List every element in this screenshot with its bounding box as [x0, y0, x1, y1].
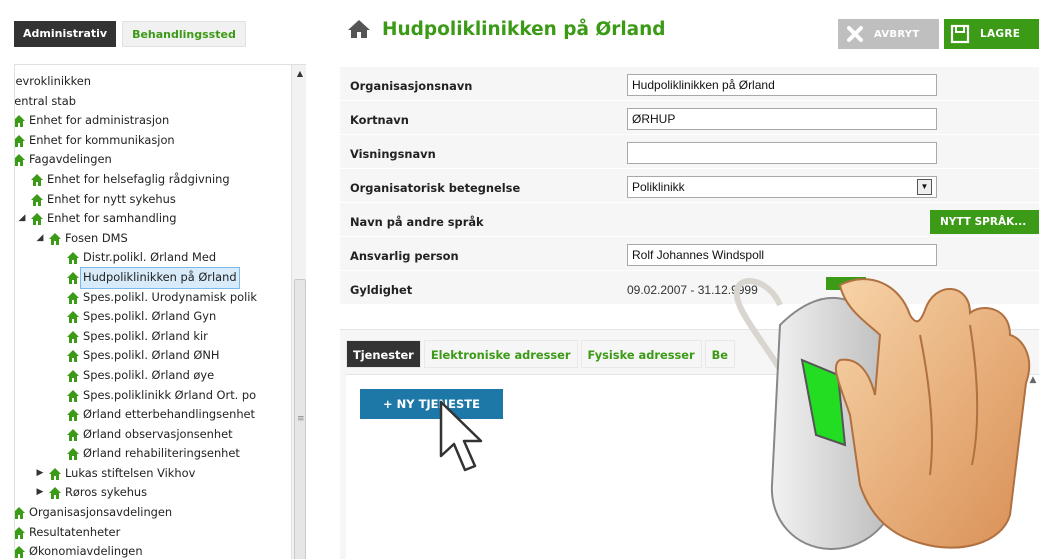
cancel-label: AVBRYT: [874, 28, 920, 40]
tree-item-label: Enhet for kommunikasjon: [29, 132, 175, 147]
collapsed-arrow-icon[interactable]: ▶: [35, 464, 45, 484]
row-org-designation: Organisatorisk betegnelse Poliklinikk ▼: [340, 169, 1039, 203]
tab-fysiske-adresser[interactable]: Fysiske adresser: [580, 340, 702, 368]
tab-administrativ[interactable]: Administrativ: [14, 21, 117, 47]
tree-item-label: Distr.polikl. Ørland Med: [83, 250, 217, 265]
collapsed-arrow-icon[interactable]: ▶: [35, 483, 45, 503]
tree-item[interactable]: Enhet for nytt sykehus: [15, 190, 291, 210]
close-icon: [847, 26, 863, 42]
tree-item[interactable]: ▶ Lukas stiftelsen Vikhov: [15, 464, 291, 484]
scroll-thumb[interactable]: ≡: [294, 279, 306, 559]
tree-item[interactable]: Spes.polikl. Ørland øye: [15, 366, 291, 386]
tree-item-label: Enhet for administrasjon: [29, 113, 170, 128]
page-header: Hudpoliklinikken på Ørland: [348, 14, 666, 44]
tree-item-label: Fosen DMS: [65, 230, 128, 245]
short-name-label: Kortnavn: [350, 113, 409, 127]
tree-item[interactable]: Ørland observasjonsenhet: [15, 425, 291, 445]
tree-item[interactable]: Enhet for helsefaglig rådgivning: [15, 170, 291, 190]
tree-item-selected[interactable]: Hudpoliklinikken på Ørland: [15, 266, 291, 289]
tree-item-label: Lukas stiftelsen Vikhov: [65, 465, 196, 480]
tree-item-label: Sentral stab: [14, 93, 76, 108]
mouse-pointer-icon: [439, 400, 483, 472]
save-icon: [950, 24, 970, 44]
tree-container: Nevroklinikken Sentral stab Enhet for admi…: [14, 64, 306, 559]
tree-item[interactable]: Spes.poliklinikk Ørland Ort. po: [15, 386, 291, 406]
page-title: Hudpoliklinikken på Ørland: [382, 18, 666, 40]
tree-item[interactable]: Organisasjonsavdelingen: [15, 503, 291, 523]
org-name-label: Organisasjonsnavn: [350, 79, 473, 93]
save-label: LAGRE: [980, 28, 1021, 40]
tree-item[interactable]: Enhet for kommunikasjon: [15, 131, 291, 151]
tree-item[interactable]: Ørland etterbehandlingsenhet: [15, 405, 291, 425]
short-name-input[interactable]: ØRHUP: [627, 108, 937, 130]
tree-item-label: Røros sykehus: [65, 485, 148, 500]
org-designation-label: Organisatorisk betegnelse: [350, 181, 521, 195]
row-other-languages: Navn på andre språk NYTT SPRÅK...: [340, 203, 1039, 237]
tree-item[interactable]: Fagavdelingen: [15, 150, 291, 170]
tree-item[interactable]: Enhet for administrasjon: [15, 111, 291, 131]
tree-item-label: Spes.polikl. Ørland kir: [83, 328, 208, 343]
tree-item[interactable]: Sentral stab: [15, 92, 291, 112]
save-button[interactable]: LAGRE: [944, 19, 1039, 49]
tree-item-label: Enhet for nytt sykehus: [47, 191, 176, 206]
display-name-label: Visningsnavn: [350, 147, 436, 161]
responsible-input[interactable]: Rolf Johannes Windspoll: [627, 244, 937, 266]
tree-item-label: Enhet for helsefaglig rådgivning: [47, 171, 230, 186]
tree-item[interactable]: Økonomiavdelingen: [15, 542, 291, 559]
tree-item-label: Spes.polikl. Ørland ØNH: [83, 348, 220, 363]
tree-item[interactable]: ◢ Fosen DMS: [15, 229, 291, 249]
tree-item[interactable]: Resultatenheter: [15, 523, 291, 543]
tree-item-label: Enhet for samhandling: [47, 211, 177, 226]
cancel-button[interactable]: AVBRYT: [838, 19, 939, 49]
responsible-label: Ansvarlig person: [350, 249, 459, 263]
tab-tjenester[interactable]: Tjenester: [346, 340, 421, 368]
tab-behandlingssted[interactable]: Behandlingssted: [122, 21, 246, 47]
home-icon: [348, 20, 370, 38]
tab-elektroniske-adresser[interactable]: Elektroniske adresser: [423, 340, 578, 368]
tree-item-label: Ørland observasjonsenhet: [83, 426, 233, 441]
expanded-arrow-icon[interactable]: ◢: [35, 229, 45, 249]
org-tree: Nevroklinikken Sentral stab Enhet for admi…: [15, 72, 291, 559]
tree-item-label: Ørland etterbehandlingsenhet: [83, 407, 256, 422]
other-lang-label: Navn på andre språk: [350, 215, 484, 229]
validity-label: Gyldighet: [350, 283, 413, 297]
tree-item-label: Fagavdelingen: [29, 152, 112, 167]
tree-item[interactable]: Nevroklinikken: [15, 72, 291, 92]
tree-item[interactable]: Distr.polikl. Ørland Med: [15, 248, 291, 268]
tree-item[interactable]: Ørland rehabiliteringsenhet: [15, 444, 291, 464]
tree-item[interactable]: ▶ Røros sykehus: [15, 483, 291, 503]
left-tabs: Administrativ Behandlingssted: [14, 21, 246, 47]
org-designation-value: Poliklinikk: [632, 180, 685, 194]
tree-item-label: Spes.polikl. Urodynamisk polik: [83, 289, 258, 304]
new-language-button[interactable]: NYTT SPRÅK...: [930, 210, 1039, 234]
row-short-name: Kortnavn ØRHUP: [340, 101, 1039, 135]
org-name-input[interactable]: Hudpoliklinikken på Ørland: [627, 74, 937, 96]
row-display-name: Visningsnavn: [340, 135, 1039, 169]
tree-item-label: Ørland rehabiliteringsenhet: [83, 446, 240, 461]
tree-item-label: Nevroklinikken: [14, 74, 91, 88]
tree-item-label: Spes.polikl. Ørland øye: [83, 367, 215, 382]
tree-item[interactable]: ◢ Enhet for samhandling: [15, 209, 291, 229]
tree-item[interactable]: Spes.polikl. Ørland Gyn: [15, 307, 291, 327]
tree-item-label: Spes.polikl. Ørland Gyn: [83, 309, 217, 324]
org-designation-select[interactable]: Poliklinikk ▼: [627, 176, 937, 198]
scroll-grip-icon: ≡: [297, 414, 305, 424]
mouse-hand-illustration-icon: [733, 278, 1031, 551]
dropdown-arrow-icon[interactable]: ▼: [917, 179, 932, 195]
org-tree-panel: Administrativ Behandlingssted Nevroklini…: [0, 0, 310, 559]
tree-item[interactable]: Spes.polikl. Ørland kir: [15, 327, 291, 347]
scroll-up-arrow-icon[interactable]: ▲: [292, 69, 306, 78]
tree-scrollbar[interactable]: ▲ ≡: [291, 65, 306, 559]
display-name-input[interactable]: [627, 142, 937, 164]
tree-item[interactable]: Spes.polikl. Urodynamisk polik: [15, 288, 291, 308]
tree-item-label: Organisasjonsavdelingen: [29, 505, 173, 520]
tree-item-label: Spes.poliklinikk Ørland Ort. po: [83, 387, 257, 402]
tree-item-label: Resultatenheter: [29, 524, 121, 539]
tree-item-label: Hudpoliklinikken på Ørland: [80, 266, 240, 289]
row-org-name: Organisasjonsnavn Hudpoliklinikken på Ør…: [340, 67, 1039, 101]
tree-item-label: Økonomiavdelingen: [29, 544, 143, 559]
expanded-arrow-icon[interactable]: ◢: [17, 209, 27, 229]
tree-item[interactable]: Spes.polikl. Ørland ØNH: [15, 346, 291, 366]
